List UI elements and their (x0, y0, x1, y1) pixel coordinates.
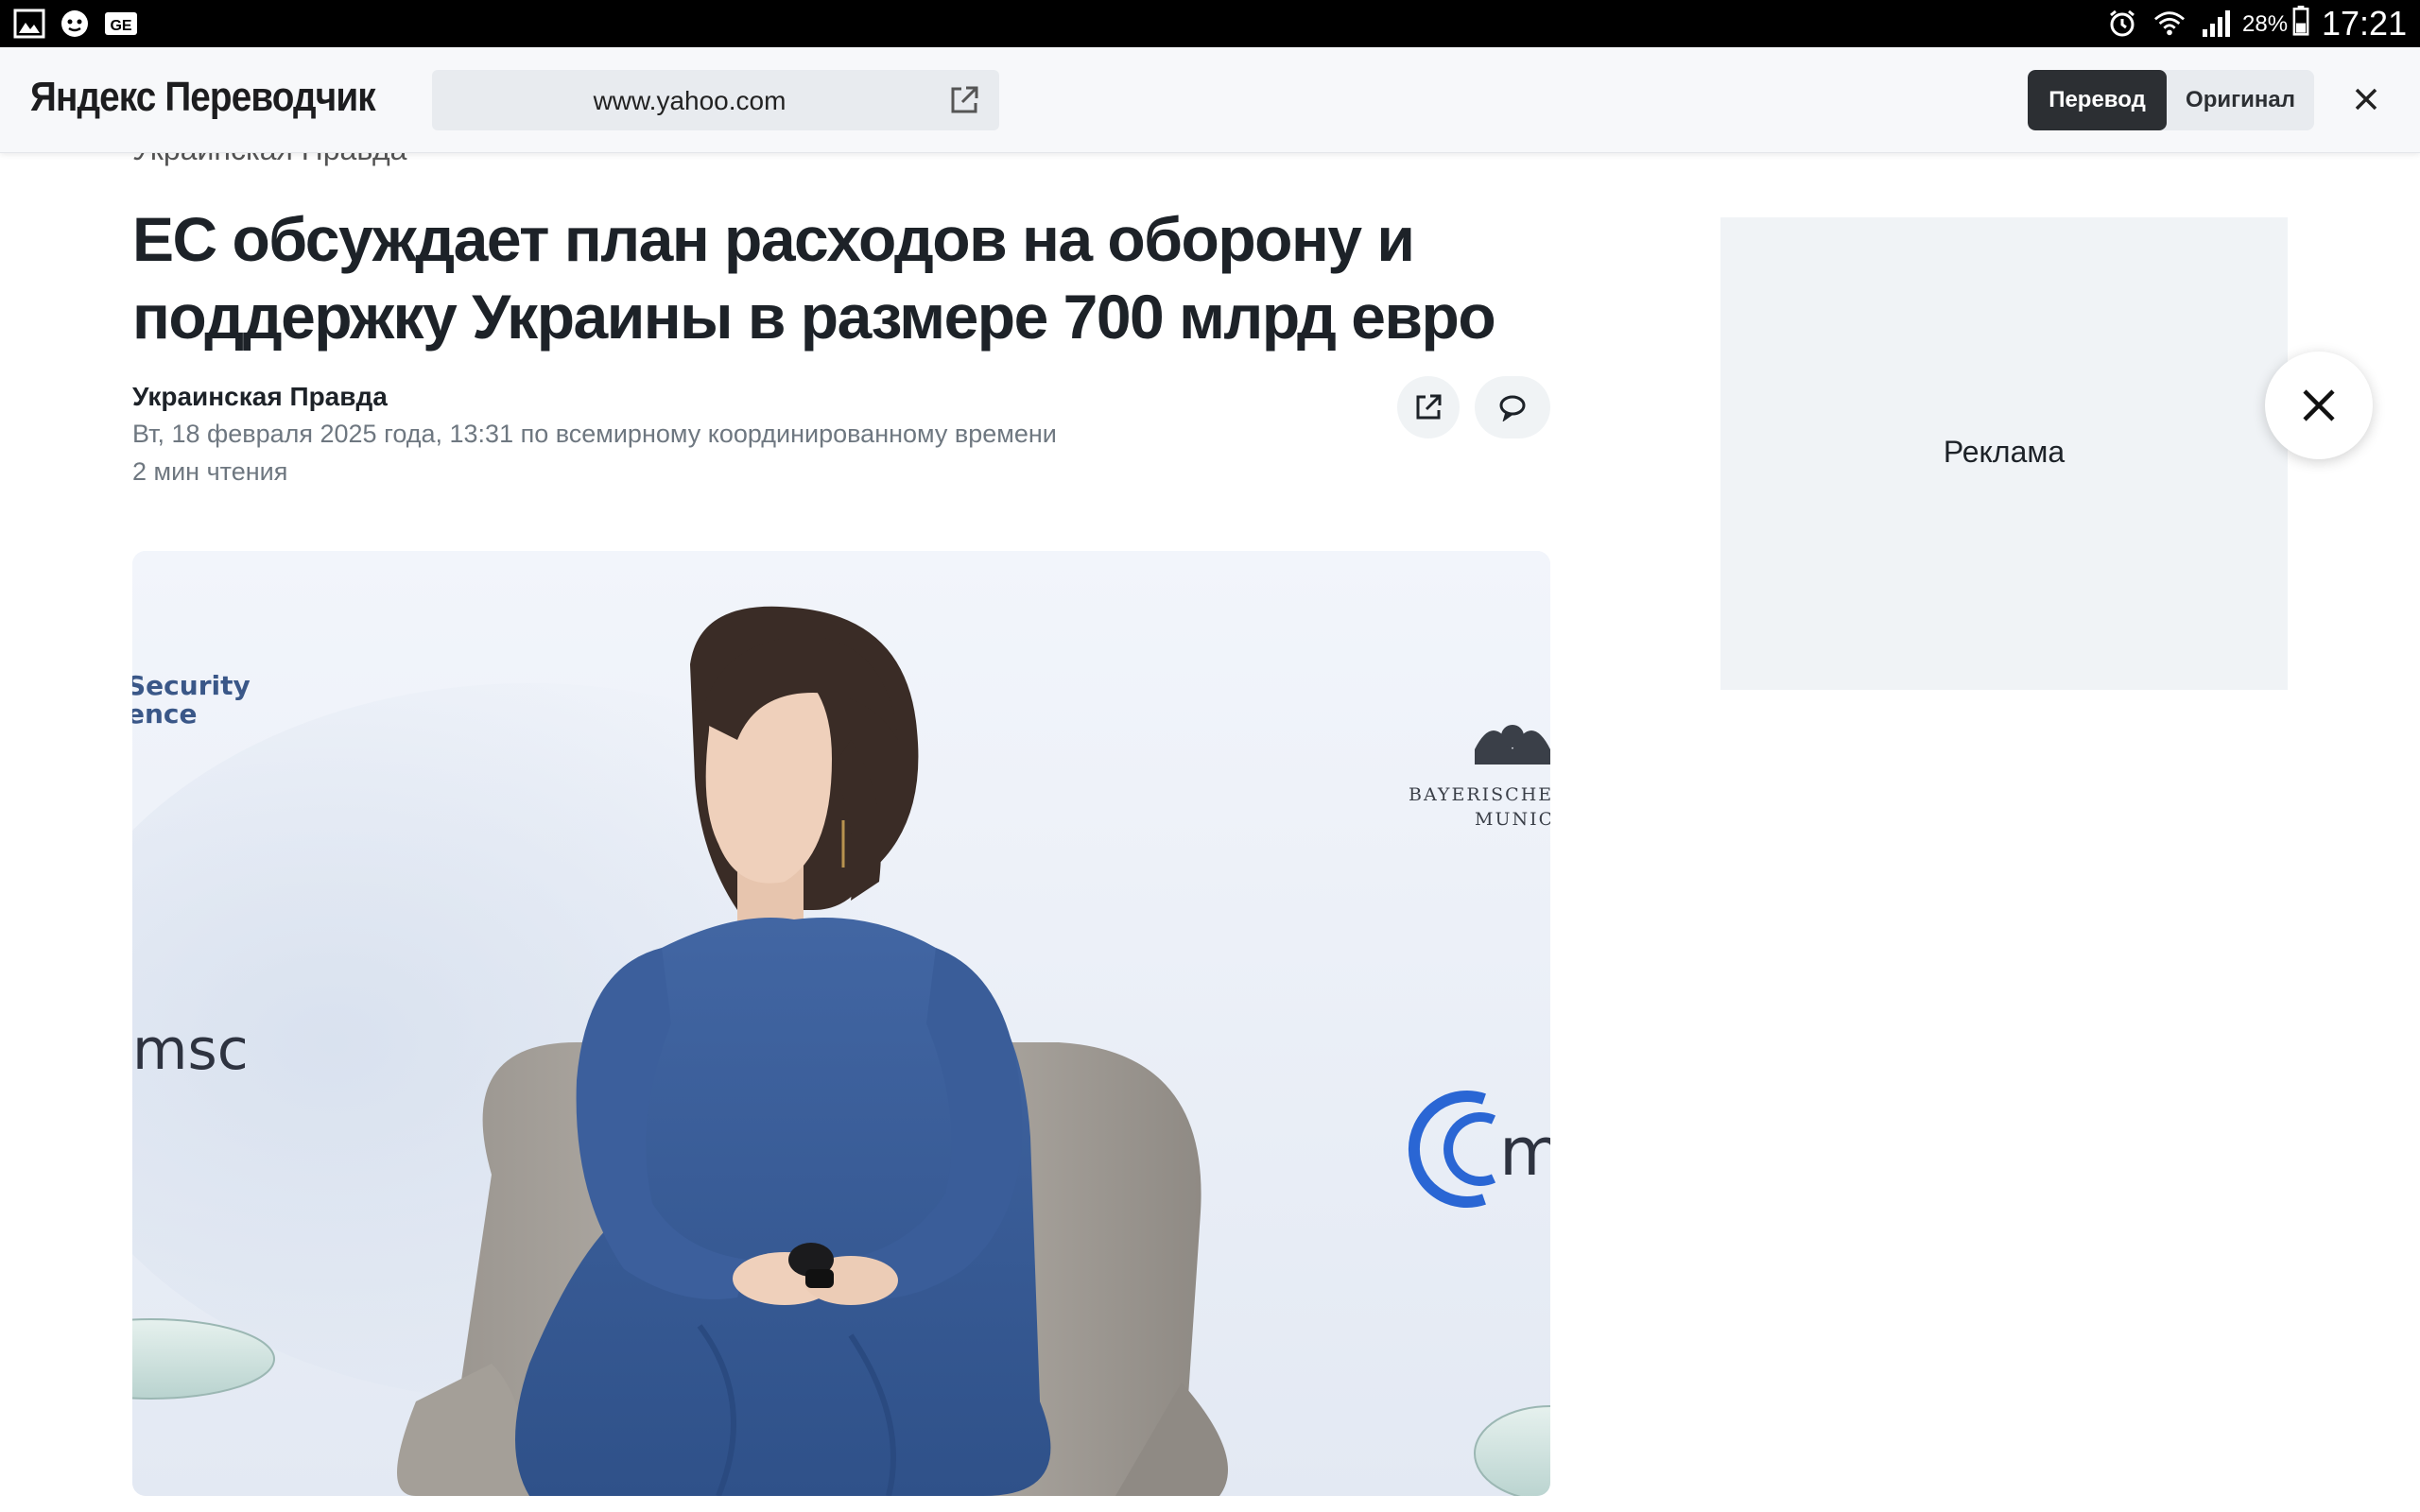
close-icon (2303, 389, 2335, 421)
clock: 17:21 (2322, 4, 2408, 43)
backdrop-text-ence: ence (132, 698, 198, 730)
backdrop-text-m: m (1499, 1113, 1550, 1191)
battery-percent: 28% (2242, 11, 2289, 37)
article-hero-image[interactable]: Security ence msc BAYERISCHE MUNIC m (132, 551, 1550, 1496)
comments-button[interactable] (1475, 376, 1550, 438)
brand-logo[interactable]: Яндекс Переводчик (30, 74, 376, 121)
open-external-icon[interactable] (948, 84, 980, 116)
hero-photo: Security ence msc BAYERISCHE MUNIC m (132, 551, 1550, 1496)
ad-placeholder[interactable]: Реклама (1720, 217, 2288, 690)
comment-icon (1499, 395, 1526, 421)
backdrop-text-msc: msc (132, 1017, 249, 1083)
url-text: www.yahoo.com (593, 86, 786, 115)
lion-app-icon (61, 10, 88, 37)
status-bar: GE 28% 17:21 (0, 0, 2420, 47)
url-field[interactable]: www.yahoo.com (432, 70, 999, 130)
article-page: Украинская Правда ЕС обсуждает план расх… (0, 153, 2420, 1512)
backdrop-text-bayerische: BAYERISCHE (1409, 784, 1550, 805)
battery-icon (2292, 6, 2309, 36)
read-time: 2 мин чтения (132, 457, 288, 486)
floating-close-button[interactable] (2265, 352, 2373, 459)
article-date: Вт, 18 февраля 2025 года, 13:31 по всеми… (132, 420, 1057, 448)
alarm-icon (2110, 9, 2135, 37)
translation-mode-toggle: Перевод Оригинал (2028, 70, 2314, 130)
article-source[interactable]: Украинская Правда (132, 382, 388, 412)
article-headline: ЕС обсуждает план расходов на оборону и … (132, 204, 1496, 352)
wifi-icon (2154, 11, 2185, 36)
share-button[interactable] (1397, 376, 1460, 438)
source-label-top: Украинская Правда (132, 153, 406, 167)
signal-icon (2203, 10, 2230, 37)
ge-app-icon: GE (105, 12, 137, 35)
backdrop-text-security: Security (132, 670, 251, 701)
close-icon[interactable] (2352, 85, 2380, 113)
backdrop-text-munich: MUNIC (1475, 809, 1550, 830)
original-mode-button[interactable]: Оригинал (2167, 70, 2314, 130)
ad-label: Реклама (1943, 435, 2066, 469)
share-icon (1416, 394, 1442, 420)
translator-toolbar: Яндекс Переводчик www.yahoo.com Перевод … (0, 47, 2420, 153)
translate-mode-button[interactable]: Перевод (2028, 70, 2167, 130)
svg-text:GE: GE (110, 18, 131, 34)
gallery-icon (13, 9, 45, 39)
